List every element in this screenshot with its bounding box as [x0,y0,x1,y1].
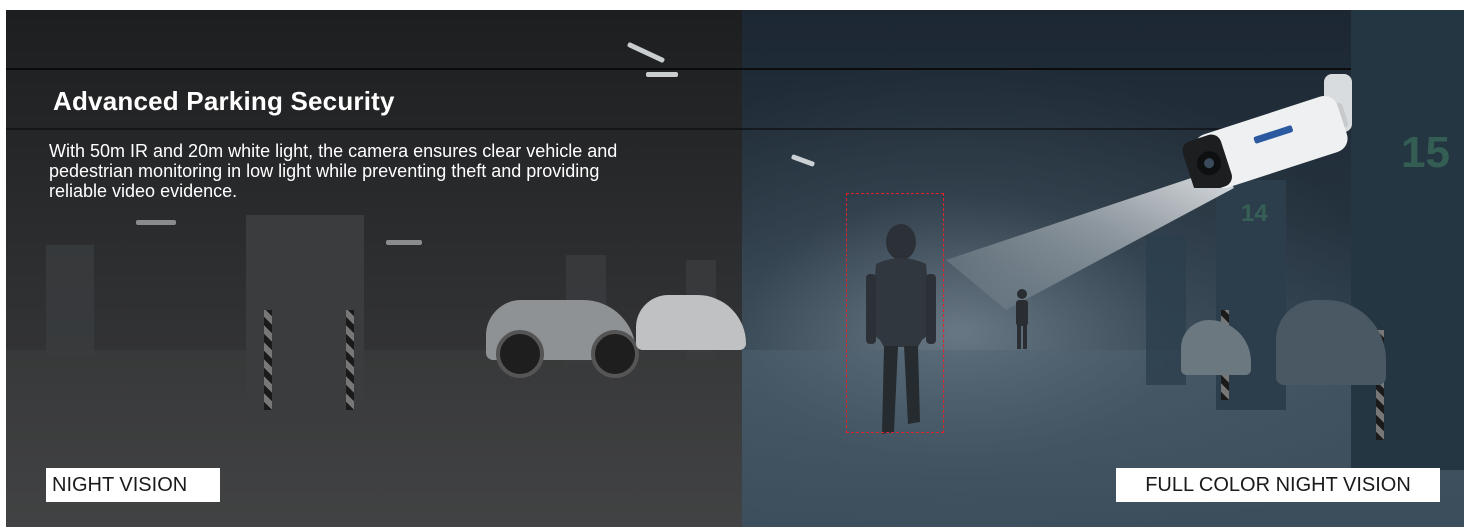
night-vision-label: NIGHT VISION [46,468,220,502]
person-silhouette-icon [1016,289,1028,349]
security-camera-icon [1182,74,1352,188]
full-color-night-vision-label: FULL COLOR NIGHT VISION [1116,468,1440,502]
banner-description: With 50m IR and 20m white light, the cam… [49,141,618,201]
parking-security-banner: 15 14 Advanced Parking Security With 50m… [6,10,1464,527]
bay-marker: 15 [1401,128,1450,177]
banner-title: Advanced Parking Security [53,86,395,116]
person-detection-box [846,193,944,433]
bay-marker: 14 [1241,200,1268,227]
